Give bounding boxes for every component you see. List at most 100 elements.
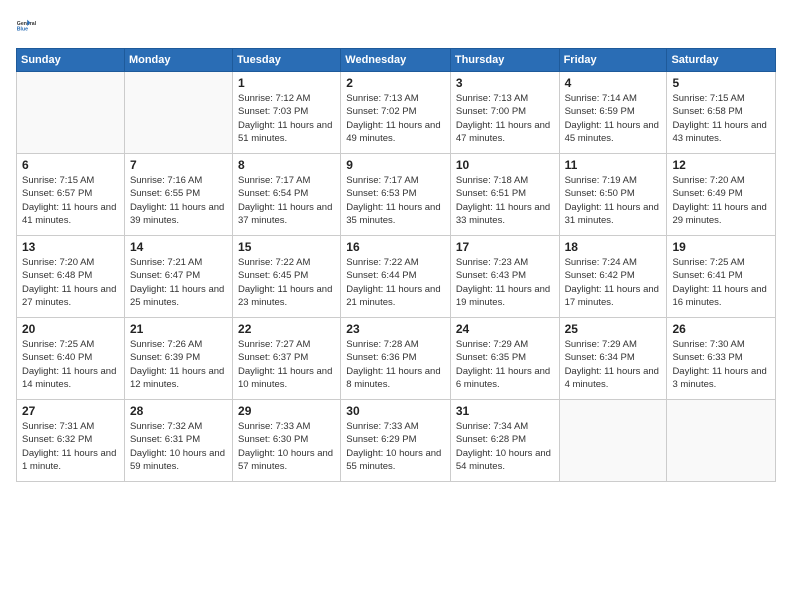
day-number: 31: [456, 404, 554, 418]
day-info: Sunrise: 7:20 AM Sunset: 6:49 PM Dayligh…: [672, 174, 770, 227]
day-info: Sunrise: 7:12 AM Sunset: 7:03 PM Dayligh…: [238, 92, 335, 145]
header-cell-monday: Monday: [124, 49, 232, 72]
day-info: Sunrise: 7:19 AM Sunset: 6:50 PM Dayligh…: [565, 174, 662, 227]
day-info: Sunrise: 7:33 AM Sunset: 6:30 PM Dayligh…: [238, 420, 335, 473]
day-cell: [17, 72, 125, 154]
day-cell: 26Sunrise: 7:30 AM Sunset: 6:33 PM Dayli…: [667, 318, 776, 400]
week-row-0: 1 Sunrise: 7:12 AM Sunset: 7:03 PM Daylig…: [17, 72, 776, 154]
day-cell: 16Sunrise: 7:22 AM Sunset: 6:44 PM Dayli…: [341, 236, 451, 318]
day-cell: 11 Sunrise: 7:19 AM Sunset: 6:50 PM Dayli…: [559, 154, 667, 236]
day-cell: [667, 400, 776, 482]
day-info: Sunrise: 7:33 AM Sunset: 6:29 PM Dayligh…: [346, 420, 445, 473]
day-info: Sunrise: 7:21 AM Sunset: 6:47 PM Dayligh…: [130, 256, 227, 309]
day-info: Sunrise: 7:18 AM Sunset: 6:51 PM Dayligh…: [456, 174, 554, 227]
day-cell: 4Sunrise: 7:14 AM Sunset: 6:59 PM Daylig…: [559, 72, 667, 154]
day-number: 3: [456, 76, 554, 90]
day-number: 11: [565, 158, 662, 172]
day-info: Sunrise: 7:22 AM Sunset: 6:45 PM Dayligh…: [238, 256, 335, 309]
week-row-3: 20 Sunrise: 7:25 AM Sunset: 6:40 PM Dayli…: [17, 318, 776, 400]
day-number: 1: [238, 76, 335, 90]
day-cell: 12 Sunrise: 7:20 AM Sunset: 6:49 PM Dayli…: [667, 154, 776, 236]
day-info: Sunrise: 7:25 AM Sunset: 6:40 PM Dayligh…: [22, 338, 119, 391]
day-number: 23: [346, 322, 445, 336]
calendar-header: SundayMondayTuesdayWednesdayThursdayFrid…: [17, 49, 776, 72]
day-cell: 13Sunrise: 7:20 AM Sunset: 6:48 PM Dayli…: [17, 236, 125, 318]
header-cell-wednesday: Wednesday: [341, 49, 451, 72]
day-info: Sunrise: 7:16 AM Sunset: 6:55 PM Dayligh…: [130, 174, 227, 227]
svg-text:Blue: Blue: [17, 26, 28, 32]
day-info: Sunrise: 7:28 AM Sunset: 6:36 PM Dayligh…: [346, 338, 445, 391]
day-cell: 28 Sunrise: 7:32 AM Sunset: 6:31 PM Dayli…: [124, 400, 232, 482]
day-number: 2: [346, 76, 445, 90]
day-number: 4: [565, 76, 662, 90]
day-info: Sunrise: 7:15 AM Sunset: 6:58 PM Dayligh…: [672, 92, 770, 145]
calendar-table: SundayMondayTuesdayWednesdayThursdayFrid…: [16, 48, 776, 482]
day-cell: 9Sunrise: 7:17 AM Sunset: 6:53 PM Daylig…: [341, 154, 451, 236]
page: General Blue SundayMondayTuesdayWednesda…: [0, 0, 792, 612]
day-info: Sunrise: 7:24 AM Sunset: 6:42 PM Dayligh…: [565, 256, 662, 309]
day-cell: 19 Sunrise: 7:25 AM Sunset: 6:41 PM Dayli…: [667, 236, 776, 318]
day-info: Sunrise: 7:27 AM Sunset: 6:37 PM Dayligh…: [238, 338, 335, 391]
day-cell: 6Sunrise: 7:15 AM Sunset: 6:57 PM Daylig…: [17, 154, 125, 236]
header-row: SundayMondayTuesdayWednesdayThursdayFrid…: [17, 49, 776, 72]
day-info: Sunrise: 7:32 AM Sunset: 6:31 PM Dayligh…: [130, 420, 227, 473]
day-number: 5: [672, 76, 770, 90]
day-number: 13: [22, 240, 119, 254]
day-number: 19: [672, 240, 770, 254]
day-number: 15: [238, 240, 335, 254]
day-cell: 21Sunrise: 7:26 AM Sunset: 6:39 PM Dayli…: [124, 318, 232, 400]
day-info: Sunrise: 7:13 AM Sunset: 7:02 PM Dayligh…: [346, 92, 445, 145]
day-cell: [559, 400, 667, 482]
week-row-2: 13Sunrise: 7:20 AM Sunset: 6:48 PM Dayli…: [17, 236, 776, 318]
day-cell: 22 Sunrise: 7:27 AM Sunset: 6:37 PM Dayli…: [233, 318, 341, 400]
day-cell: 25Sunrise: 7:29 AM Sunset: 6:34 PM Dayli…: [559, 318, 667, 400]
day-cell: 3 Sunrise: 7:13 AM Sunset: 7:00 PM Daylig…: [450, 72, 559, 154]
day-cell: 1 Sunrise: 7:12 AM Sunset: 7:03 PM Daylig…: [233, 72, 341, 154]
day-info: Sunrise: 7:13 AM Sunset: 7:00 PM Dayligh…: [456, 92, 554, 145]
day-number: 14: [130, 240, 227, 254]
day-number: 10: [456, 158, 554, 172]
day-info: Sunrise: 7:25 AM Sunset: 6:41 PM Dayligh…: [672, 256, 770, 309]
day-number: 30: [346, 404, 445, 418]
header-cell-sunday: Sunday: [17, 49, 125, 72]
day-info: Sunrise: 7:22 AM Sunset: 6:44 PM Dayligh…: [346, 256, 445, 309]
day-cell: 15 Sunrise: 7:22 AM Sunset: 6:45 PM Dayli…: [233, 236, 341, 318]
logo-icon: General Blue: [16, 12, 44, 40]
day-cell: 17 Sunrise: 7:23 AM Sunset: 6:43 PM Dayli…: [450, 236, 559, 318]
day-number: 21: [130, 322, 227, 336]
day-cell: 2 Sunrise: 7:13 AM Sunset: 7:02 PM Daylig…: [341, 72, 451, 154]
day-number: 17: [456, 240, 554, 254]
day-number: 7: [130, 158, 227, 172]
header-cell-thursday: Thursday: [450, 49, 559, 72]
day-number: 12: [672, 158, 770, 172]
day-cell: 27Sunrise: 7:31 AM Sunset: 6:32 PM Dayli…: [17, 400, 125, 482]
day-cell: 18Sunrise: 7:24 AM Sunset: 6:42 PM Dayli…: [559, 236, 667, 318]
day-number: 29: [238, 404, 335, 418]
day-cell: 10 Sunrise: 7:18 AM Sunset: 6:51 PM Dayli…: [450, 154, 559, 236]
day-info: Sunrise: 7:34 AM Sunset: 6:28 PM Dayligh…: [456, 420, 554, 473]
header-cell-saturday: Saturday: [667, 49, 776, 72]
day-info: Sunrise: 7:31 AM Sunset: 6:32 PM Dayligh…: [22, 420, 119, 473]
day-number: 20: [22, 322, 119, 336]
day-number: 9: [346, 158, 445, 172]
day-cell: 29 Sunrise: 7:33 AM Sunset: 6:30 PM Dayli…: [233, 400, 341, 482]
day-cell: 31 Sunrise: 7:34 AM Sunset: 6:28 PM Dayli…: [450, 400, 559, 482]
week-row-1: 6Sunrise: 7:15 AM Sunset: 6:57 PM Daylig…: [17, 154, 776, 236]
day-number: 24: [456, 322, 554, 336]
calendar-body: 1 Sunrise: 7:12 AM Sunset: 7:03 PM Daylig…: [17, 72, 776, 482]
day-info: Sunrise: 7:29 AM Sunset: 6:35 PM Dayligh…: [456, 338, 554, 391]
day-number: 22: [238, 322, 335, 336]
day-info: Sunrise: 7:17 AM Sunset: 6:54 PM Dayligh…: [238, 174, 335, 227]
day-number: 28: [130, 404, 227, 418]
day-cell: 7 Sunrise: 7:16 AM Sunset: 6:55 PM Daylig…: [124, 154, 232, 236]
day-cell: 30 Sunrise: 7:33 AM Sunset: 6:29 PM Dayli…: [341, 400, 451, 482]
day-cell: 5 Sunrise: 7:15 AM Sunset: 6:58 PM Daylig…: [667, 72, 776, 154]
day-number: 8: [238, 158, 335, 172]
header: General Blue: [16, 12, 776, 40]
logo: General Blue: [16, 12, 44, 40]
day-info: Sunrise: 7:30 AM Sunset: 6:33 PM Dayligh…: [672, 338, 770, 391]
day-number: 6: [22, 158, 119, 172]
day-cell: 23 Sunrise: 7:28 AM Sunset: 6:36 PM Dayli…: [341, 318, 451, 400]
day-info: Sunrise: 7:23 AM Sunset: 6:43 PM Dayligh…: [456, 256, 554, 309]
day-cell: 20 Sunrise: 7:25 AM Sunset: 6:40 PM Dayli…: [17, 318, 125, 400]
